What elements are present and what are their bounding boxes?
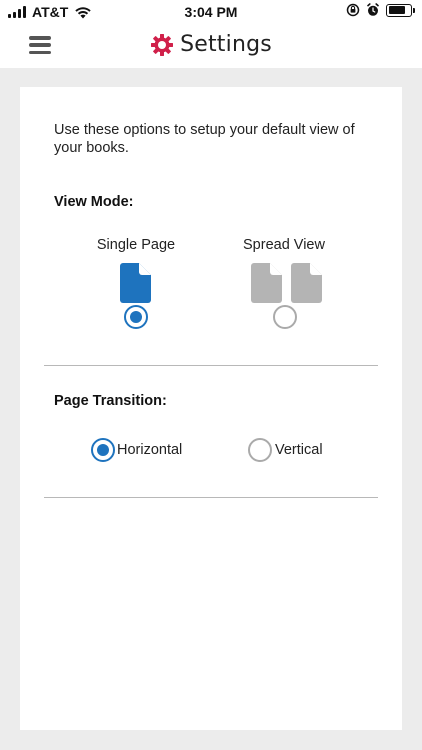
page-title: Settings xyxy=(180,32,272,57)
app-header: Settings xyxy=(0,24,422,68)
spread-view-radio[interactable] xyxy=(273,305,297,329)
section-divider-bottom xyxy=(44,497,378,498)
spread-view-label: Spread View xyxy=(243,237,325,253)
orientation-lock-icon xyxy=(346,3,360,17)
view-mode-heading: View Mode: xyxy=(54,194,134,210)
alarm-icon xyxy=(367,3,379,16)
status-bar-right xyxy=(346,3,415,17)
vertical-label[interactable]: Vertical xyxy=(275,442,323,458)
page-transition-heading: Page Transition: xyxy=(54,393,167,409)
header-title-group: Settings xyxy=(0,32,422,57)
spread-view-icon[interactable] xyxy=(251,263,322,303)
status-bar: AT&T 3:04 PM xyxy=(0,0,422,24)
battery-icon xyxy=(386,3,415,17)
settings-intro-text: Use these options to setup your default … xyxy=(54,122,355,156)
gear-icon xyxy=(151,33,174,56)
single-page-icon[interactable] xyxy=(120,263,151,303)
vertical-radio[interactable] xyxy=(248,438,272,462)
horizontal-radio[interactable] xyxy=(91,438,115,462)
single-page-radio[interactable] xyxy=(124,305,148,329)
horizontal-label[interactable]: Horizontal xyxy=(117,442,182,458)
single-page-label: Single Page xyxy=(96,237,176,253)
section-divider xyxy=(44,365,378,366)
